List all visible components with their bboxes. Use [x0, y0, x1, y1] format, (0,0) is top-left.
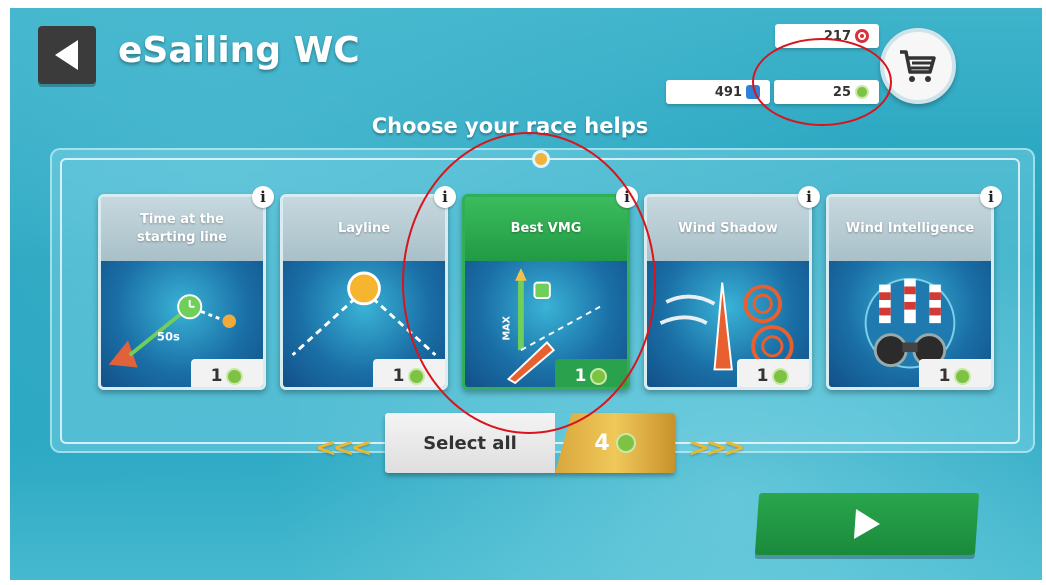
currency-red-value: 217 — [823, 28, 851, 44]
game-screen: eSailing WC 217 491 25 Choose your race … — [10, 8, 1042, 580]
right-chevrons-icon: >>> — [688, 433, 745, 463]
select-all-label: Select all — [385, 413, 555, 473]
sun-icon: 1 — [283, 261, 445, 387]
play-icon — [853, 509, 880, 539]
select-all-cost: 4 — [555, 413, 675, 473]
back-button[interactable] — [38, 26, 96, 84]
select-all-cost-value: 4 — [594, 430, 610, 456]
card-cost-value: 1 — [574, 366, 587, 386]
card-cost: 1 — [555, 359, 627, 387]
currency-green-counter: 25 — [774, 80, 879, 104]
card-time-at-starting-line[interactable]: Time at the starting line 50s 1 — [98, 194, 266, 390]
currency-blue-value: 491 — [714, 84, 742, 100]
binoculars-icon: 1 — [829, 261, 991, 387]
info-button-time-at-starting-line[interactable]: i — [252, 186, 274, 208]
card-wind-intelligence[interactable]: Wind Intelligence 1 — [826, 194, 994, 390]
card-best-vmg[interactable]: Best VMG MAX 1 — [462, 194, 630, 390]
blue-token-icon — [746, 85, 760, 99]
card-cost-value: 1 — [938, 366, 951, 386]
card-title: Wind Intelligence — [829, 197, 991, 261]
info-button-wind-shadow[interactable]: i — [798, 186, 820, 208]
currency-blue-counter: 491 — [666, 80, 770, 104]
left-chevrons-icon: <<< — [315, 433, 372, 463]
info-button-wind-intelligence[interactable]: i — [980, 186, 1002, 208]
card-layline[interactable]: Layline 1 — [280, 194, 448, 390]
card-cost-value: 1 — [392, 366, 405, 386]
green-token-icon — [226, 367, 244, 385]
back-arrow-icon — [55, 40, 78, 70]
green-token-icon — [855, 85, 869, 99]
info-button-layline[interactable]: i — [434, 186, 456, 208]
boat-icon: MAX 1 — [465, 261, 627, 387]
card-wind-shadow[interactable]: Wind Shadow 1 — [644, 194, 812, 390]
currency-red-counter: 217 — [775, 24, 879, 48]
card-cost: 1 — [919, 359, 991, 387]
card-cost-value: 1 — [756, 366, 769, 386]
green-token-icon — [954, 367, 972, 385]
card-cost: 1 — [373, 359, 445, 387]
currency-green-value: 25 — [832, 84, 851, 100]
play-button[interactable] — [754, 493, 980, 555]
card-cost: 1 — [737, 359, 809, 387]
card-art-label: MAX — [501, 315, 512, 340]
select-all-button[interactable]: Select all 4 — [385, 413, 675, 473]
card-cost-value: 1 — [210, 366, 223, 386]
green-token-icon — [772, 367, 790, 385]
race-helps-heading: Choose your race helps — [371, 114, 649, 138]
red-token-icon — [855, 29, 869, 43]
cart-icon — [900, 50, 936, 82]
timer-icon: 50s 1 — [101, 261, 263, 387]
page-title: eSailing WC — [118, 30, 360, 71]
card-title: Best VMG — [465, 197, 627, 261]
green-token-icon — [590, 367, 608, 385]
shop-cart-button[interactable] — [880, 28, 956, 104]
card-cost: 1 — [191, 359, 263, 387]
card-title: Wind Shadow — [647, 197, 809, 261]
gem-icon — [532, 150, 550, 168]
card-art-label: 50s — [157, 330, 180, 344]
green-token-icon — [408, 367, 426, 385]
card-title: Time at the starting line — [101, 197, 263, 261]
green-token-icon — [615, 433, 636, 453]
wind-swirl-icon: 1 — [647, 261, 809, 387]
card-title: Layline — [283, 197, 445, 261]
info-button-best-vmg[interactable]: i — [616, 186, 638, 208]
